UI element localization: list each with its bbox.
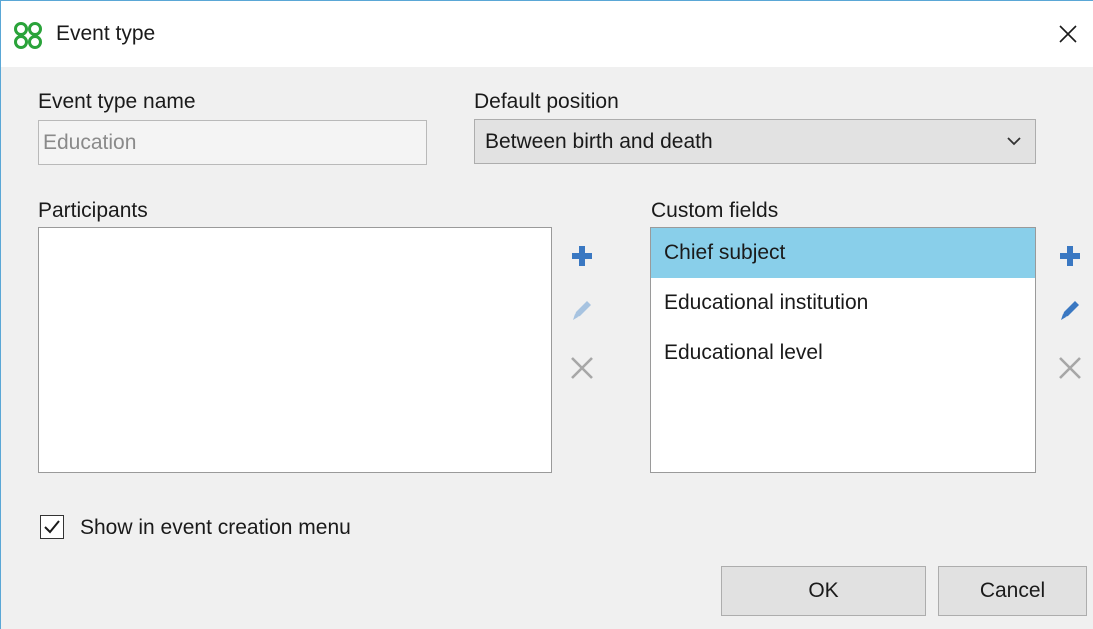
close-icon <box>1059 25 1077 43</box>
participants-list[interactable] <box>38 227 552 473</box>
x-icon <box>571 357 593 379</box>
remove-custom-field-button[interactable] <box>1055 353 1085 383</box>
show-in-menu-checkbox[interactable] <box>40 515 64 539</box>
edit-custom-field-button[interactable] <box>1055 295 1085 325</box>
default-position-label: Default position <box>474 90 619 113</box>
list-item[interactable]: Chief subject <box>651 228 1035 278</box>
default-position-value: Between birth and death <box>485 130 713 153</box>
pencil-icon <box>573 301 591 320</box>
title-bar: Event type <box>1 1 1093 67</box>
app-logo-icon <box>14 22 42 49</box>
event-type-name-label: Event type name <box>38 90 196 113</box>
close-button[interactable] <box>1043 1 1093 67</box>
remove-participant-button[interactable] <box>567 353 597 383</box>
list-item[interactable]: Educational institution <box>651 278 1035 328</box>
add-custom-field-button[interactable] <box>1055 241 1085 271</box>
add-participant-button[interactable] <box>567 241 597 271</box>
default-position-dropdown[interactable]: Between birth and death <box>474 119 1036 164</box>
edit-participant-button[interactable] <box>567 295 597 325</box>
cancel-button[interactable]: Cancel <box>938 566 1087 616</box>
plus-icon <box>572 246 592 266</box>
list-item[interactable]: Educational level <box>651 328 1035 378</box>
event-type-dialog: Event type Event type name Education Def… <box>0 0 1093 629</box>
custom-fields-list[interactable]: Chief subject Educational institution Ed… <box>650 227 1036 473</box>
x-icon <box>1059 357 1081 379</box>
checkmark-icon <box>44 520 60 534</box>
event-type-name-field[interactable]: Education <box>38 120 427 165</box>
custom-fields-label: Custom fields <box>651 199 779 222</box>
pencil-icon <box>1061 301 1079 320</box>
window-title: Event type <box>56 22 156 45</box>
plus-icon <box>1060 246 1080 266</box>
show-in-menu-label[interactable]: Show in event creation menu <box>80 515 351 541</box>
participants-label: Participants <box>38 199 148 222</box>
ok-button[interactable]: OK <box>721 566 926 616</box>
chevron-down-icon <box>1007 137 1021 146</box>
